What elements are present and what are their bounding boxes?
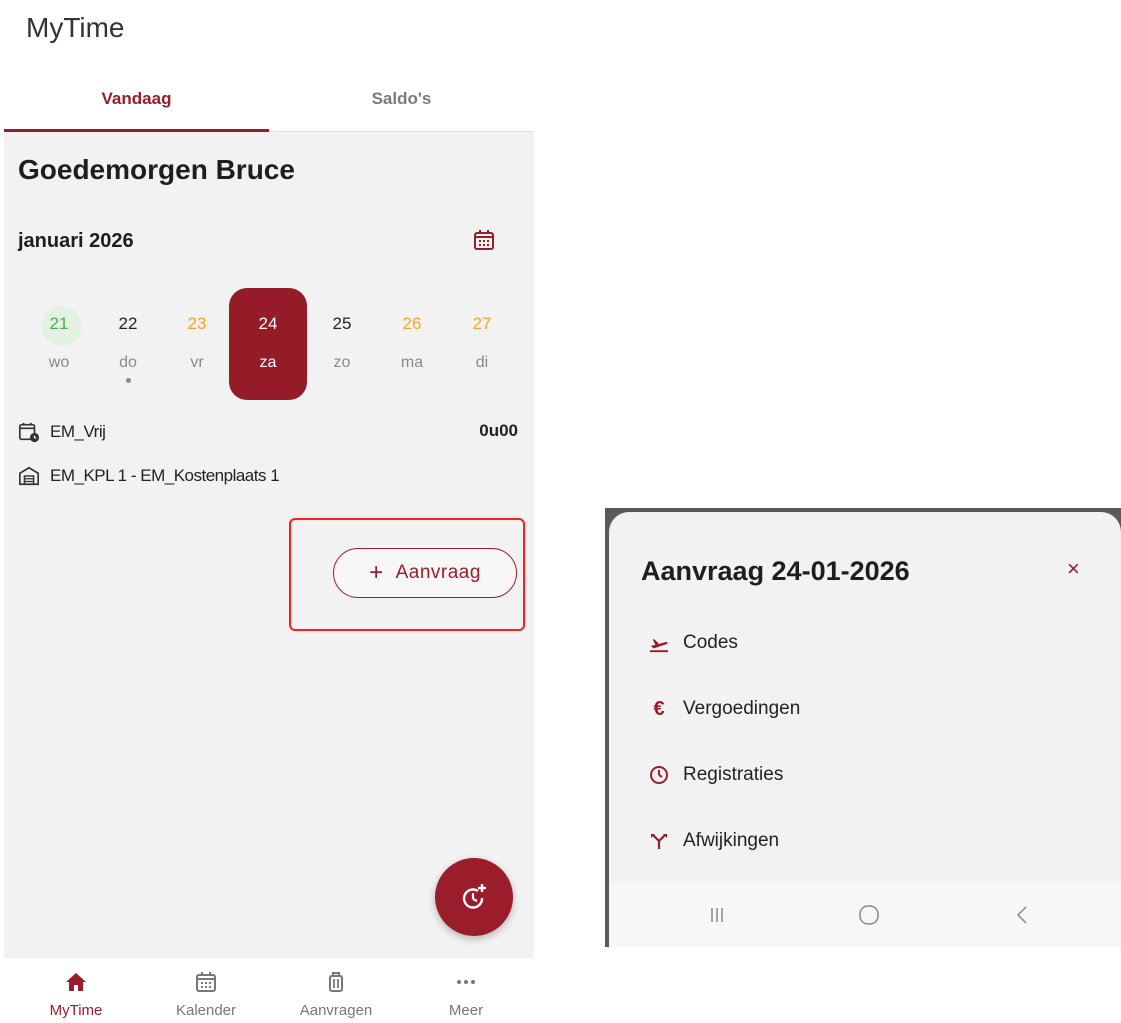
tab-bar: Vandaag Saldo's bbox=[4, 72, 534, 132]
nav-label: MyTime bbox=[49, 1002, 103, 1019]
day-number: 22 bbox=[118, 314, 138, 333]
aanvraag-label: Aanvraag bbox=[395, 562, 481, 583]
nav-label: Aanvragen bbox=[299, 1002, 373, 1019]
cost-center: EM_KPL 1 - EM_Kostenplaats 1 bbox=[50, 466, 280, 485]
menu-item-label: Codes bbox=[683, 632, 738, 653]
nav-meer[interactable]: Meer bbox=[400, 958, 532, 1023]
day-name: vr bbox=[190, 354, 204, 371]
recent-apps-button[interactable] bbox=[697, 902, 737, 928]
menu-item-codes[interactable]: Codes bbox=[647, 628, 738, 658]
aanvraag-button[interactable]: + Aanvraag bbox=[333, 548, 517, 598]
menu-item-label: Registraties bbox=[683, 764, 784, 785]
luggage-icon bbox=[329, 972, 343, 992]
day-number: 27 bbox=[472, 314, 492, 333]
nav-aanvragen[interactable]: Aanvragen bbox=[270, 958, 402, 1023]
home-circle-icon bbox=[859, 905, 879, 925]
system-nav-bar bbox=[609, 882, 1121, 947]
close-icon[interactable]: × bbox=[1067, 556, 1080, 582]
recent-apps-icon bbox=[711, 908, 723, 922]
back-icon bbox=[1016, 906, 1027, 924]
cost-center-row: EM_KPL 1 - EM_Kostenplaats 1 bbox=[18, 462, 280, 490]
menu-item-afwijkingen[interactable]: Afwijkingen bbox=[647, 826, 779, 856]
home-button[interactable] bbox=[849, 902, 889, 928]
nav-label: Kalender bbox=[175, 1002, 237, 1019]
tab-saldos[interactable]: Saldo's bbox=[269, 72, 534, 132]
clock-plus-icon bbox=[462, 884, 486, 909]
day-name: wo bbox=[48, 354, 70, 371]
day-name: zo bbox=[333, 354, 351, 371]
event-dot bbox=[126, 378, 131, 383]
schedule-code: EM_Vrij bbox=[50, 422, 106, 441]
clock-icon bbox=[647, 763, 671, 787]
plane-takeoff-icon bbox=[647, 631, 671, 655]
day-number: 23 bbox=[187, 314, 207, 333]
calendar-icon[interactable] bbox=[472, 228, 496, 252]
month-label: januari 2026 bbox=[18, 230, 134, 252]
day-24-selected[interactable]: 24 za bbox=[229, 288, 307, 400]
day-27[interactable]: 27 di bbox=[447, 288, 517, 400]
menu-item-vergoedingen[interactable]: € Vergoedingen bbox=[647, 694, 800, 724]
hours-value: 0u00 bbox=[479, 421, 518, 440]
calendar-icon bbox=[196, 972, 216, 992]
menu-item-label: Afwijkingen bbox=[683, 830, 780, 851]
day-21[interactable]: 21 wo bbox=[24, 288, 94, 400]
day-number: 26 bbox=[402, 314, 422, 333]
home-icon bbox=[66, 973, 86, 991]
day-number: 25 bbox=[332, 314, 352, 333]
nav-kalender[interactable]: Kalender bbox=[140, 958, 272, 1023]
day-name: za bbox=[259, 354, 277, 371]
euro-icon: € bbox=[653, 697, 665, 720]
greeting: Goedemorgen Bruce bbox=[18, 154, 295, 185]
phone-screen: Vandaag Saldo's Goedemorgen Bruce januar… bbox=[4, 72, 534, 1023]
day-name: do bbox=[119, 354, 137, 371]
bottom-sheet-screenshot: Aanvraag 24-01-2026 × Codes € Vergoeding… bbox=[605, 508, 1121, 947]
nav-mytime[interactable]: MyTime bbox=[10, 958, 142, 1023]
menu-item-label: Vergoedingen bbox=[683, 698, 801, 719]
day-22[interactable]: 22 do bbox=[93, 288, 163, 400]
calendar-clock-icon bbox=[19, 422, 40, 443]
nav-label: Meer bbox=[448, 1002, 484, 1019]
day-name: di bbox=[475, 354, 489, 371]
day-25[interactable]: 25 zo bbox=[307, 288, 377, 400]
day-26[interactable]: 26 ma bbox=[377, 288, 447, 400]
warehouse-icon bbox=[19, 466, 39, 486]
more-icon bbox=[457, 980, 475, 984]
day-name: ma bbox=[400, 354, 424, 371]
menu-item-registraties[interactable]: Registraties bbox=[647, 760, 783, 790]
bottom-nav: MyTime Kalender Aanvragen Meer bbox=[4, 958, 534, 1023]
back-button[interactable] bbox=[1003, 902, 1043, 928]
fork-icon bbox=[647, 829, 671, 853]
day-number: 24 bbox=[258, 314, 278, 333]
day-23[interactable]: 23 vr bbox=[162, 288, 232, 400]
day-strip: 21 wo 22 do 23 vr 24 za 25 zo 26 ma 27 d… bbox=[16, 288, 522, 400]
day-number: 21 bbox=[49, 314, 69, 333]
add-time-fab[interactable] bbox=[435, 858, 513, 936]
plus-icon: + bbox=[369, 559, 384, 586]
schedule-row: EM_Vrij bbox=[18, 418, 106, 446]
sheet-title: Aanvraag 24-01-2026 bbox=[641, 556, 910, 586]
app-title: MyTime bbox=[26, 12, 125, 43]
request-sheet: Aanvraag 24-01-2026 × Codes € Vergoeding… bbox=[609, 512, 1121, 947]
tab-vandaag[interactable]: Vandaag bbox=[4, 72, 269, 132]
